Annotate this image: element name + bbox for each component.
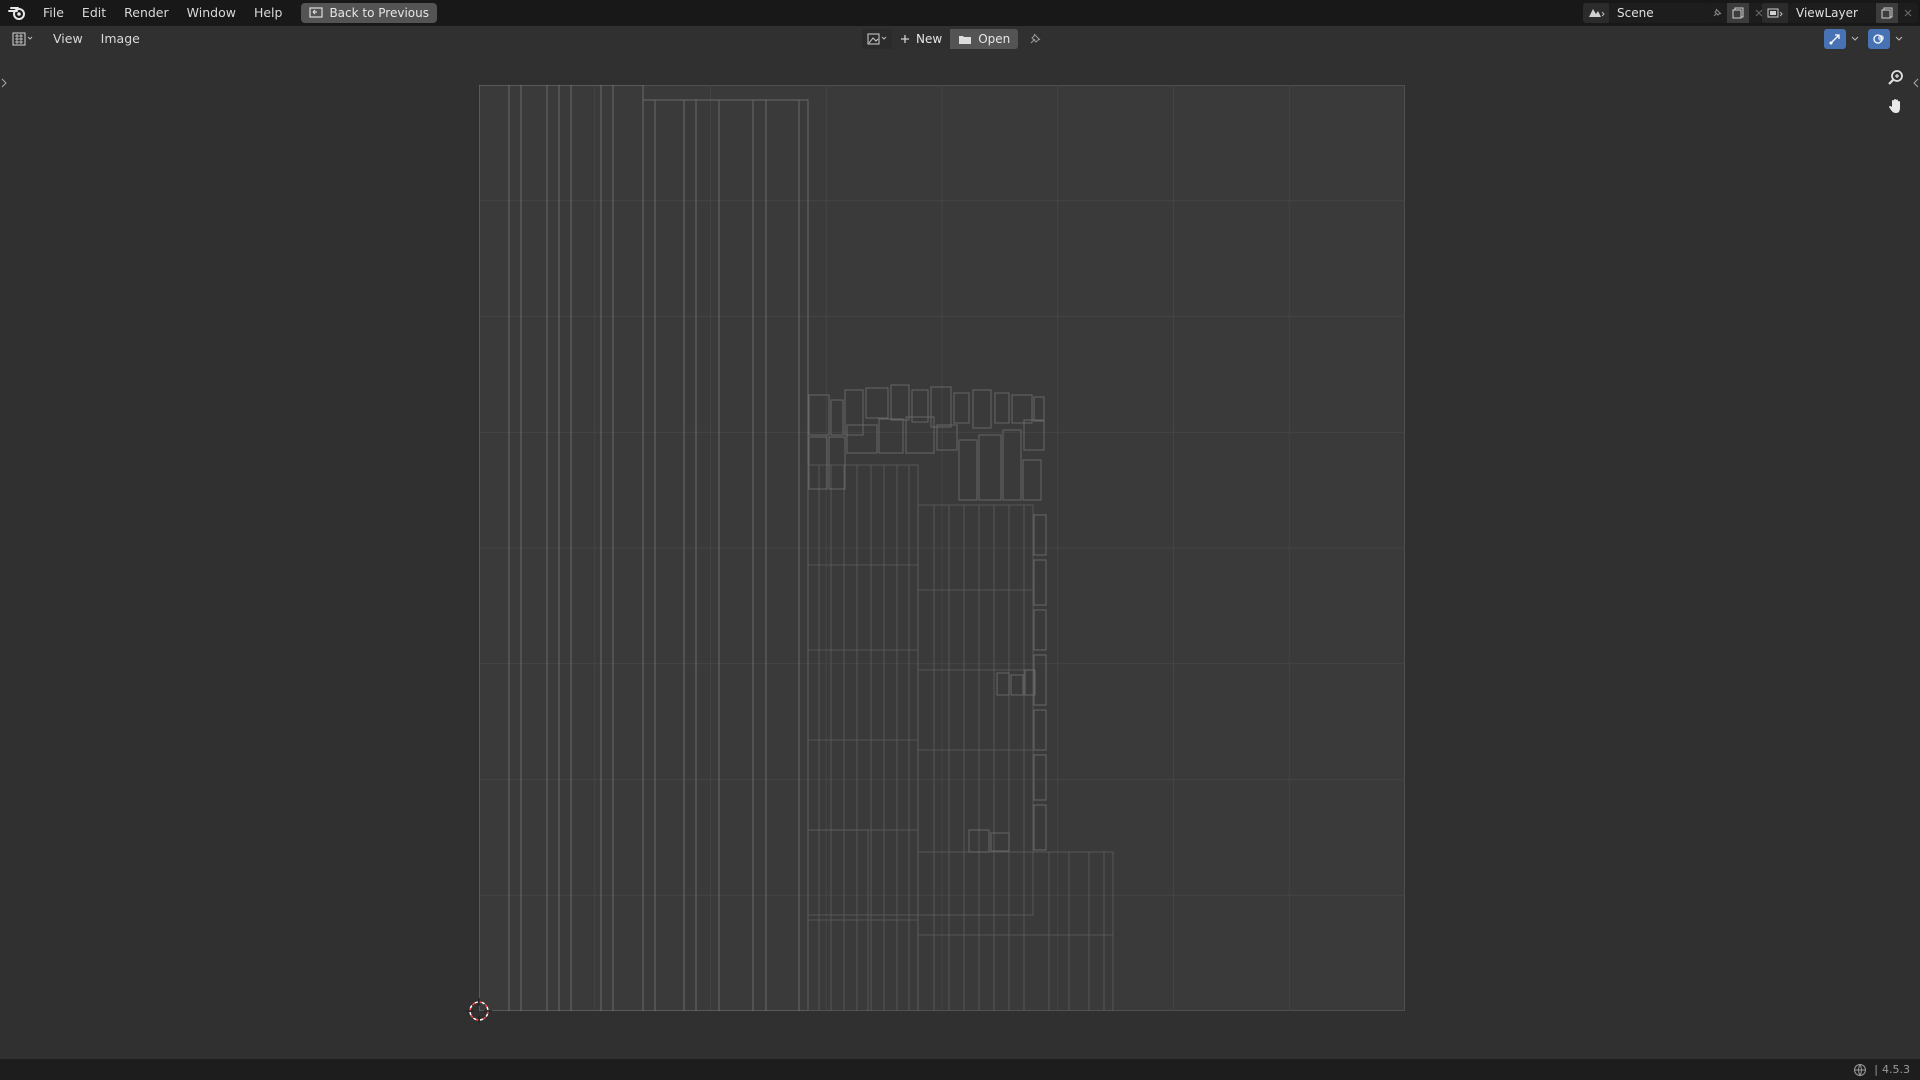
scene-name: Scene (1617, 6, 1654, 20)
open-label: Open (978, 32, 1011, 46)
sidebar-expand-icon[interactable] (1912, 76, 1920, 90)
plus-icon (900, 34, 910, 44)
back-to-previous-button[interactable]: Back to Previous (301, 3, 437, 23)
network-icon (1850, 1060, 1870, 1080)
menu-render[interactable]: Render (115, 2, 178, 24)
uv-layout (479, 85, 1405, 1011)
top-bar: File Edit Render Window Help Back to Pre… (0, 0, 1920, 26)
hand-icon[interactable] (1882, 92, 1910, 120)
menu-help[interactable]: Help (245, 2, 292, 24)
menu-view[interactable]: View (44, 28, 92, 50)
new-scene-icon[interactable] (1727, 3, 1749, 23)
back-to-previous-label: Back to Previous (329, 6, 429, 20)
new-label: New (916, 32, 943, 46)
open-image-button[interactable]: Open (950, 29, 1019, 49)
2d-cursor-icon[interactable] (464, 996, 494, 1026)
close-viewlayer-icon[interactable] (1898, 3, 1918, 23)
zoom-icon[interactable] (1882, 64, 1910, 92)
scene-name-field[interactable]: Scene (1609, 3, 1707, 23)
folder-icon (958, 34, 972, 45)
editor-type-icon[interactable] (8, 28, 38, 50)
status-separator: | (1874, 1063, 1878, 1076)
menu-file[interactable]: File (34, 2, 73, 24)
scene-icon[interactable] (1583, 3, 1609, 23)
image-editor-header: View Image New Open (0, 26, 1920, 52)
pin-image-icon[interactable] (1022, 29, 1048, 49)
toolbar-expand-icon[interactable] (0, 76, 8, 90)
blender-logo-icon[interactable] (0, 0, 34, 26)
image-browse-icon[interactable] (862, 29, 892, 49)
viewlayer-name-field[interactable]: ViewLayer (1788, 3, 1876, 23)
back-icon (309, 7, 324, 19)
viewlayer-icon[interactable] (1762, 3, 1788, 23)
viewlayer-name: ViewLayer (1796, 6, 1858, 20)
new-viewlayer-icon[interactable] (1876, 3, 1898, 23)
gizmo-dropdown-icon[interactable] (1848, 29, 1862, 49)
uv-canvas[interactable] (479, 85, 1405, 1011)
overlay-icon[interactable] (1868, 29, 1890, 49)
new-image-button[interactable]: New (892, 29, 951, 49)
menu-image[interactable]: Image (92, 28, 149, 50)
gizmo-icon[interactable] (1824, 29, 1846, 49)
menu-edit[interactable]: Edit (73, 2, 115, 24)
version-label: 4.5.3 (1882, 1063, 1910, 1076)
menu-window[interactable]: Window (178, 2, 245, 24)
status-bar: | 4.5.3 (0, 1059, 1920, 1080)
overlay-dropdown-icon[interactable] (1892, 29, 1906, 49)
pin-icon[interactable] (1707, 3, 1727, 23)
